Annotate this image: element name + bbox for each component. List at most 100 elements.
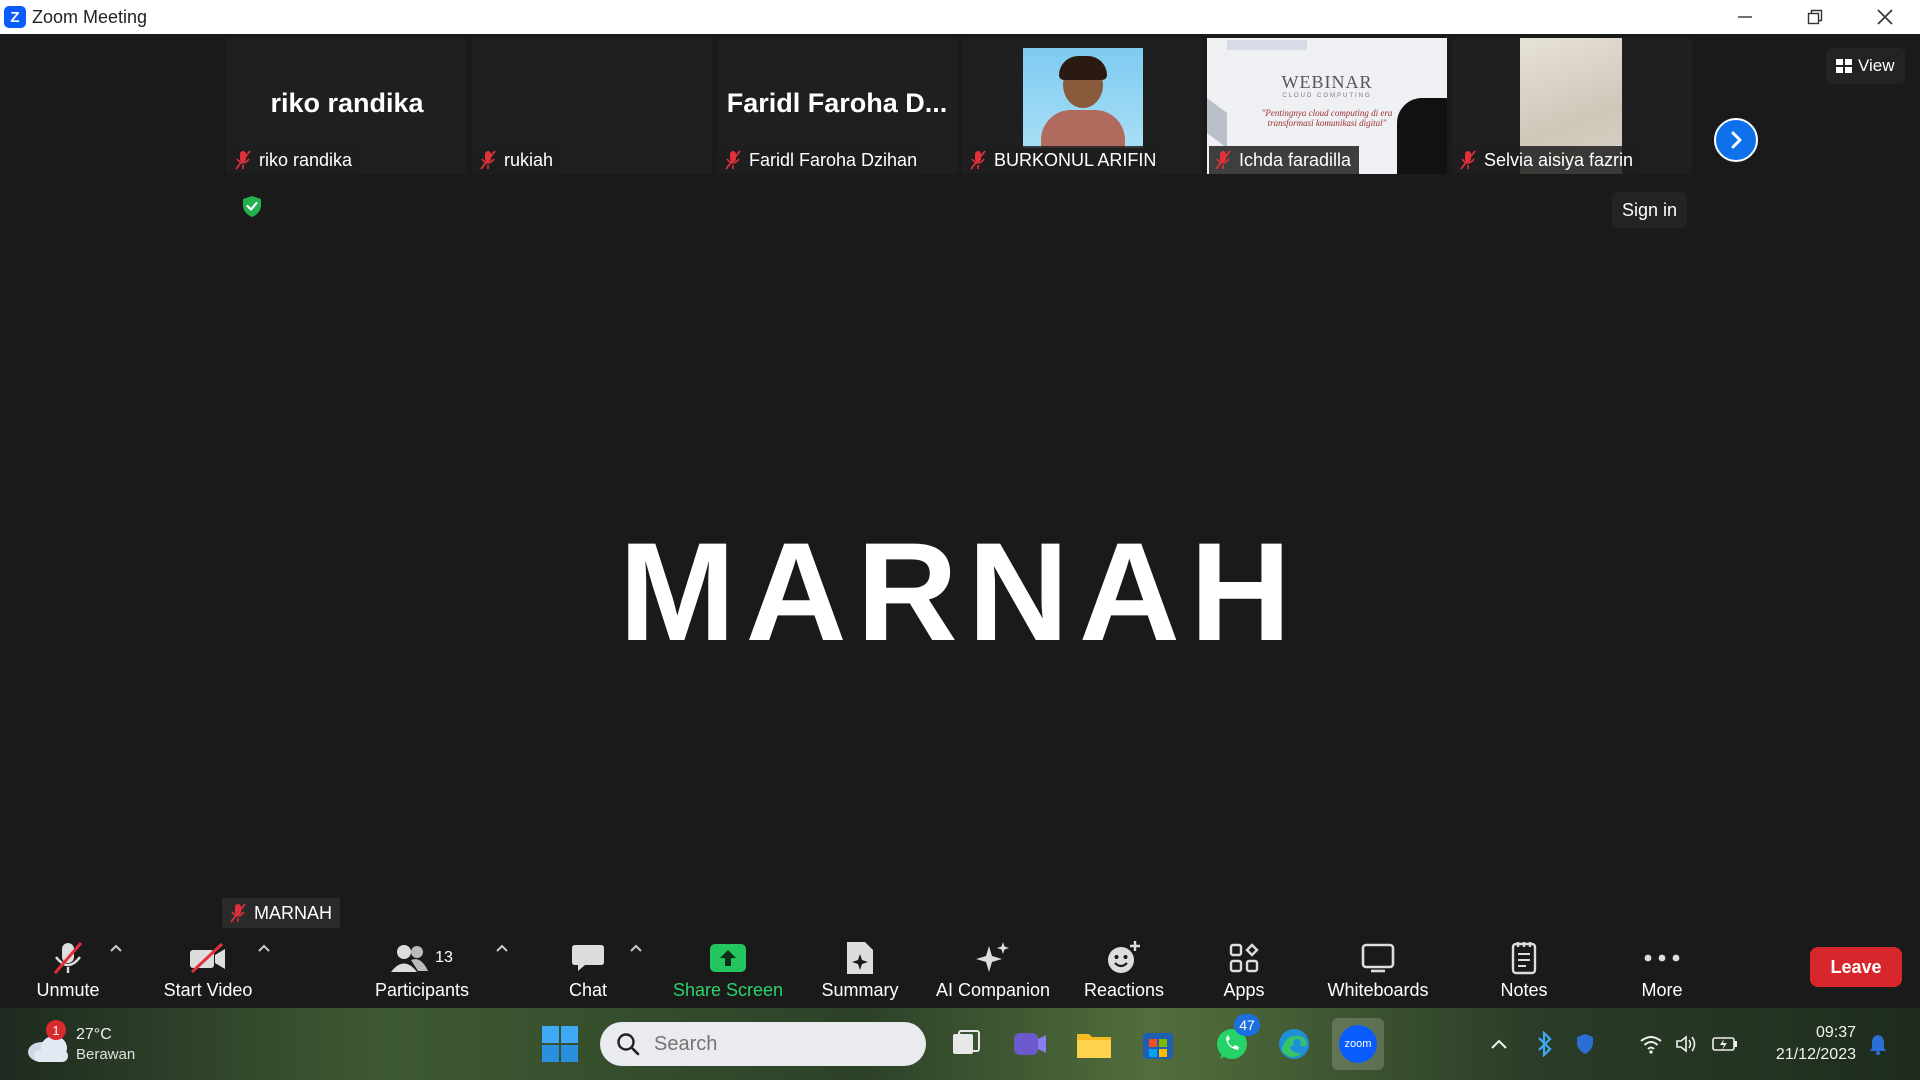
participants-options-caret[interactable] (492, 938, 512, 958)
meeting-stage: riko randika riko randika rukiah Faridl … (0, 34, 1920, 934)
meeting-toolbar: Unmute Start Video 13 Participants Chat … (0, 930, 1920, 1008)
reactions-button[interactable]: Reactions (1076, 930, 1172, 1008)
view-label: View (1858, 56, 1895, 75)
microsoft-store-button[interactable] (1132, 1018, 1184, 1070)
defender-button[interactable] (1570, 1018, 1600, 1070)
video-options-caret[interactable] (254, 938, 274, 958)
chat-options-caret[interactable] (626, 938, 646, 958)
zoom-app-button[interactable]: zoom (1332, 1018, 1384, 1070)
mic-muted-icon (230, 903, 246, 923)
share-screen-label: Share Screen (672, 979, 784, 1000)
gallery-strip: riko randika riko randika rukiah Faridl … (227, 38, 1697, 174)
audio-options-caret[interactable] (106, 938, 126, 958)
participants-button[interactable]: 13 Participants (370, 930, 474, 1008)
whiteboards-button[interactable]: Whiteboards (1320, 930, 1436, 1008)
ai-companion-label: AI Companion (935, 979, 1051, 1000)
participant-name-label: riko randika (229, 146, 361, 174)
participant-tile[interactable]: Faridl Faroha D... Faridl Faroha Dzihan (717, 38, 957, 174)
chevron-up-icon (258, 944, 270, 952)
zoom-window: Z Zoom Meeting riko randika riko randika (0, 0, 1920, 1080)
edge-icon (1279, 1029, 1309, 1059)
participant-tile[interactable]: Selvia aisiya fazrin (1452, 38, 1692, 174)
participant-count: 13 (435, 948, 453, 966)
speaker-name: MARNAH (254, 902, 333, 923)
shield-tray-icon (1577, 1034, 1593, 1054)
edge-browser-button[interactable] (1268, 1018, 1320, 1070)
unmute-label: Unmute (36, 979, 100, 1000)
bluetooth-button[interactable] (1530, 1018, 1560, 1070)
taskbar-search[interactable] (600, 1022, 926, 1066)
share-screen-button[interactable]: Share Screen (668, 930, 788, 1008)
speaker-name-label: MARNAH (222, 898, 341, 928)
participant-tile[interactable]: WEBINAR CLOUD COMPUTING "Pentingnya clou… (1207, 38, 1447, 174)
participant-name-label: rukiah (474, 146, 562, 174)
whatsapp-unread-badge: 47 (1234, 1014, 1260, 1036)
folder-icon (1077, 1034, 1111, 1058)
leave-button[interactable]: Leave (1810, 947, 1902, 987)
task-view-button[interactable] (940, 1018, 992, 1070)
windows-taskbar: 1 27°C Berawan 47 (0, 1008, 1920, 1080)
start-button[interactable] (534, 1018, 586, 1070)
summary-icon (847, 941, 873, 974)
participant-tile[interactable]: riko randika riko randika (227, 38, 467, 174)
mic-muted-icon (235, 150, 251, 170)
minimize-button[interactable] (1710, 0, 1780, 34)
notification-bell-icon (1870, 1035, 1886, 1055)
participant-tile[interactable]: BURKONUL ARIFIN (962, 38, 1202, 174)
apps-label: Apps (1223, 979, 1265, 1000)
whatsapp-button[interactable]: 47 (1206, 1014, 1260, 1070)
wifi-icon (1640, 1036, 1662, 1054)
webinar-subtitle: CLOUD COMPUTING (1282, 93, 1372, 99)
video-off-icon (190, 942, 225, 973)
task-view-icon (953, 1030, 980, 1054)
notes-button[interactable]: Notes (1490, 930, 1558, 1008)
weather-condition: Berawan (76, 1046, 136, 1063)
participant-name: Ichda faradilla (1239, 149, 1352, 170)
wifi-button[interactable] (1636, 1018, 1666, 1070)
start-video-button[interactable]: Start Video (158, 930, 258, 1008)
windows-logo-icon (542, 1026, 578, 1062)
next-page-button[interactable] (1714, 118, 1758, 162)
reaction-emoji-icon (1108, 940, 1140, 973)
chevron-up-icon (496, 944, 508, 952)
battery-button[interactable] (1708, 1018, 1742, 1070)
chat-label: Chat (568, 979, 608, 1000)
participant-tile[interactable]: rukiah (472, 38, 712, 174)
chevron-up-icon (1491, 1039, 1507, 1049)
chevron-up-icon (110, 944, 122, 952)
meet-app-button[interactable] (1004, 1018, 1056, 1070)
grid-view-icon (1836, 59, 1852, 73)
participants-label: Participants (374, 979, 470, 1000)
summary-button[interactable]: Summary (810, 930, 910, 1008)
encryption-shield-icon[interactable] (240, 194, 264, 218)
mic-muted-icon (480, 150, 496, 170)
search-input[interactable] (654, 1032, 854, 1056)
restore-button[interactable] (1780, 0, 1850, 34)
unmute-button[interactable]: Unmute (28, 930, 108, 1008)
close-window-button[interactable] (1850, 0, 1920, 34)
video-camera-icon (1014, 1033, 1046, 1055)
ai-companion-button[interactable]: AI Companion (930, 930, 1056, 1008)
apps-icon (1229, 942, 1259, 972)
clock-date: 21/12/2023 (1775, 1046, 1856, 1063)
window-title: Zoom Meeting (32, 6, 148, 27)
more-button[interactable]: More (1630, 930, 1694, 1008)
notes-icon (1511, 941, 1537, 974)
show-hidden-icons-button[interactable] (1482, 1018, 1516, 1070)
volume-button[interactable] (1672, 1018, 1702, 1070)
view-button[interactable]: View (1826, 48, 1905, 84)
mic-muted-icon (725, 150, 741, 170)
sign-in-button[interactable]: Sign in (1612, 192, 1688, 228)
title-bar: Z Zoom Meeting (0, 0, 1920, 34)
participant-name: riko randika (259, 149, 353, 170)
notifications-button[interactable] (1860, 1018, 1896, 1070)
taskbar-clock[interactable]: 09:37 21/12/2023 (1756, 1022, 1856, 1066)
clock-time: 09:37 (1815, 1024, 1856, 1041)
file-explorer-button[interactable] (1068, 1018, 1120, 1070)
active-speaker-name: MARNAH (618, 513, 1302, 670)
weather-widget[interactable]: 1 27°C Berawan (26, 1020, 156, 1064)
share-screen-icon (710, 943, 746, 972)
apps-button[interactable]: Apps (1210, 930, 1278, 1008)
notes-label: Notes (1500, 979, 1548, 1000)
chat-button[interactable]: Chat (556, 930, 620, 1008)
